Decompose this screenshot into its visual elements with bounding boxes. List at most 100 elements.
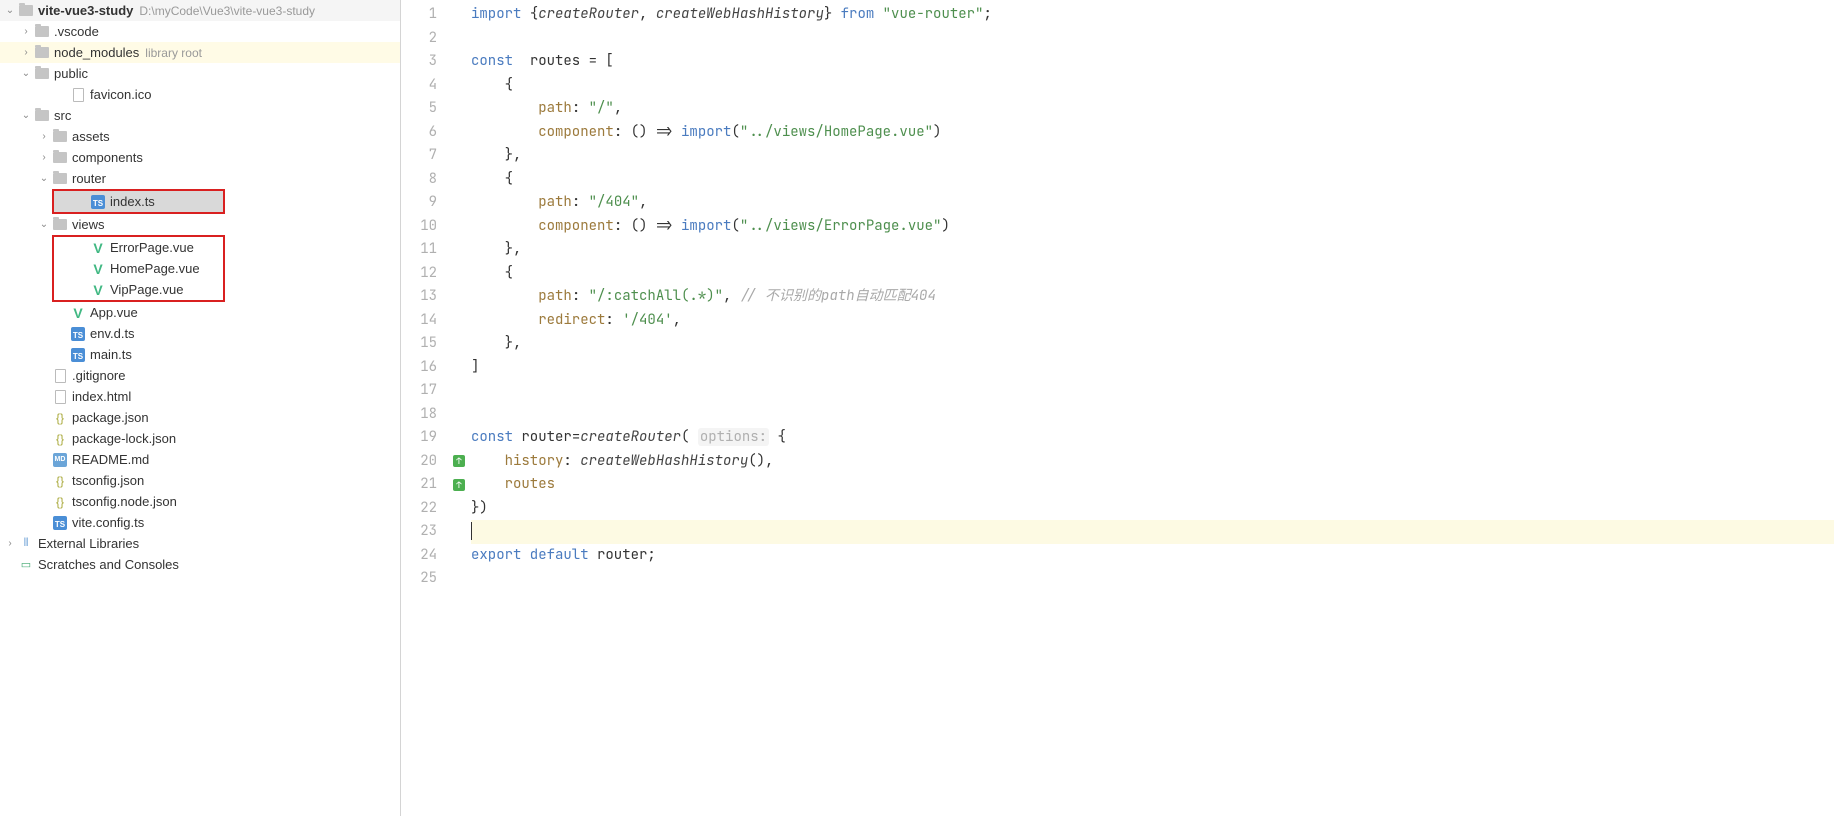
folder-icon	[34, 24, 50, 40]
chevron-right-icon[interactable]: ›	[18, 47, 34, 58]
tree-item-public[interactable]: ⌄ public	[0, 63, 400, 84]
code-line: const routes = [	[471, 50, 1834, 74]
code-line	[471, 403, 1834, 427]
json-icon: {}	[52, 473, 68, 489]
line-number: 25	[401, 567, 451, 591]
code-line: const router=createRouter( options: {	[471, 426, 1834, 450]
tree-item-homepage[interactable]: › V HomePage.vue	[54, 258, 223, 279]
code-line: import {createRouter, createWebHashHisto…	[471, 3, 1834, 27]
file-icon	[52, 368, 68, 384]
chevron-down-icon[interactable]: ⌄	[18, 110, 34, 121]
code-line: ]	[471, 356, 1834, 380]
tree-item-readme[interactable]: › MD README.md	[0, 449, 400, 470]
line-number-gutter: 1234567891011121314151617181920212223242…	[401, 0, 451, 816]
folder-icon	[34, 45, 50, 61]
code-area[interactable]: import {createRouter, createWebHashHisto…	[467, 0, 1834, 816]
tree-external-libraries[interactable]: › ⫴ External Libraries	[0, 533, 400, 554]
folder-icon	[52, 217, 68, 233]
tree-item-tsconfig-node[interactable]: › {} tsconfig.node.json	[0, 491, 400, 512]
code-line: },	[471, 144, 1834, 168]
line-number: 14	[401, 309, 451, 333]
code-line: {	[471, 262, 1834, 286]
code-line: path: "/",	[471, 97, 1834, 121]
tree-item-vippage[interactable]: › V VipPage.vue	[54, 279, 223, 300]
folder-icon	[52, 129, 68, 145]
folder-icon	[18, 3, 34, 19]
tree-item-vscode[interactable]: › .vscode	[0, 21, 400, 42]
code-line: {	[471, 168, 1834, 192]
tree-scratches[interactable]: › ▭ Scratches and Consoles	[0, 554, 400, 575]
tree-item-gitignore[interactable]: › .gitignore	[0, 365, 400, 386]
markdown-icon: MD	[52, 452, 68, 468]
text-cursor	[471, 522, 472, 540]
folder-icon	[52, 150, 68, 166]
ts-icon: TS	[52, 515, 68, 531]
tree-item-assets[interactable]: › assets	[0, 126, 400, 147]
tree-item-tsconfig[interactable]: › {} tsconfig.json	[0, 470, 400, 491]
change-marker-icon: ↑	[451, 473, 467, 497]
line-number: 16	[401, 356, 451, 380]
file-icon	[70, 87, 86, 103]
code-line: path: "/:catchAll(.*)", // 不识别的path自动匹配4…	[471, 285, 1834, 309]
line-number: 20	[401, 450, 451, 474]
ts-icon: TS	[70, 326, 86, 342]
line-number: 1	[401, 3, 451, 27]
code-line: {	[471, 74, 1834, 98]
tree-label: vite-vue3-study	[38, 3, 133, 18]
ts-icon: TS	[90, 194, 106, 210]
vue-icon: V	[90, 261, 106, 277]
chevron-right-icon[interactable]: ›	[36, 152, 52, 163]
line-number: 21	[401, 473, 451, 497]
chevron-right-icon[interactable]: ›	[36, 131, 52, 142]
project-tree[interactable]: ⌄ vite-vue3-study D:\myCode\Vue3\vite-vu…	[0, 0, 401, 816]
code-line: component: () => import("../views/ErrorP…	[471, 215, 1834, 239]
line-number: 7	[401, 144, 451, 168]
tree-item-router[interactable]: ⌄ router	[0, 168, 400, 189]
tree-item-package-lock[interactable]: › {} package-lock.json	[0, 428, 400, 449]
tree-item-index-ts[interactable]: › TS index.ts	[54, 191, 223, 212]
tree-item-node-modules[interactable]: › node_modules library root	[0, 42, 400, 63]
chevron-down-icon[interactable]: ⌄	[36, 219, 52, 230]
gutter-marks: ↑ ↑	[451, 0, 467, 816]
tree-item-vite-config[interactable]: › TS vite.config.ts	[0, 512, 400, 533]
code-line: history: createWebHashHistory(),	[471, 450, 1834, 474]
line-number: 19	[401, 426, 451, 450]
tree-item-favicon[interactable]: › favicon.ico	[0, 84, 400, 105]
folder-icon	[52, 171, 68, 187]
line-number: 22	[401, 497, 451, 521]
html-icon	[52, 389, 68, 405]
tree-item-errorpage[interactable]: › V ErrorPage.vue	[54, 237, 223, 258]
code-line	[471, 379, 1834, 403]
chevron-right-icon[interactable]: ›	[18, 26, 34, 37]
scratch-icon: ▭	[18, 557, 34, 573]
line-number: 13	[401, 285, 451, 309]
line-number: 23	[401, 520, 451, 544]
chevron-down-icon[interactable]: ⌄	[36, 173, 52, 184]
tree-item-views[interactable]: ⌄ views	[0, 214, 400, 235]
chevron-down-icon[interactable]: ⌄	[2, 5, 18, 16]
line-number: 5	[401, 97, 451, 121]
tree-item-env-dts[interactable]: › TS env.d.ts	[0, 323, 400, 344]
change-marker-icon: ↑	[451, 450, 467, 474]
vue-icon: V	[90, 282, 106, 298]
tree-item-app-vue[interactable]: › V App.vue	[0, 302, 400, 323]
tree-item-index-html[interactable]: › index.html	[0, 386, 400, 407]
json-icon: {}	[52, 431, 68, 447]
vue-icon: V	[90, 240, 106, 256]
chevron-down-icon[interactable]: ⌄	[18, 68, 34, 79]
chevron-right-icon[interactable]: ›	[2, 538, 18, 549]
highlight-box-router: › TS index.ts	[52, 189, 225, 214]
line-number: 3	[401, 50, 451, 74]
tree-item-src[interactable]: ⌄ src	[0, 105, 400, 126]
highlight-box-views: › V ErrorPage.vue › V HomePage.vue › V V…	[52, 235, 225, 302]
line-number: 6	[401, 121, 451, 145]
tree-item-components[interactable]: › components	[0, 147, 400, 168]
code-editor[interactable]: 1234567891011121314151617181920212223242…	[401, 0, 1834, 816]
tree-item-main-ts[interactable]: › TS main.ts	[0, 344, 400, 365]
folder-icon	[34, 108, 50, 124]
code-line: component: () => import("../views/HomePa…	[471, 121, 1834, 145]
json-icon: {}	[52, 494, 68, 510]
line-number: 18	[401, 403, 451, 427]
tree-root[interactable]: ⌄ vite-vue3-study D:\myCode\Vue3\vite-vu…	[0, 0, 400, 21]
tree-item-package-json[interactable]: › {} package.json	[0, 407, 400, 428]
